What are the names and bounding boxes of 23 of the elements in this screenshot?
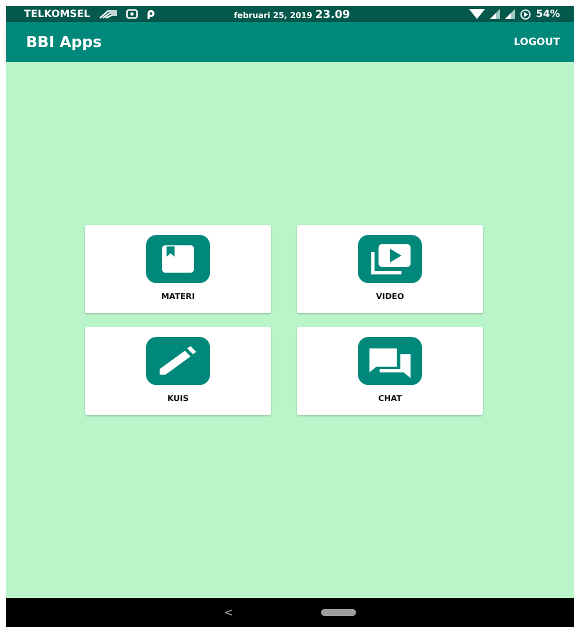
wifi-icon bbox=[469, 9, 486, 19]
back-button[interactable]: < bbox=[224, 606, 234, 619]
screen-record-icon bbox=[126, 9, 138, 19]
menu-card[interactable]: VIDEO bbox=[297, 225, 483, 313]
menu-label: VIDEO bbox=[376, 292, 404, 301]
menu-label: CHAT bbox=[378, 394, 402, 403]
parking-icon bbox=[146, 9, 156, 19]
logout-button[interactable]: LOGOUT bbox=[514, 36, 560, 48]
home-pill[interactable] bbox=[321, 609, 356, 616]
status-time: 23.09 bbox=[315, 8, 350, 20]
cell-signal-icon bbox=[505, 9, 516, 19]
app-title: BBI Apps bbox=[26, 33, 102, 51]
carrier-name: TELKOMSEL bbox=[24, 8, 90, 20]
cell-signal-icon bbox=[490, 9, 500, 19]
signal-waves-icon bbox=[98, 9, 118, 19]
data-saver-icon bbox=[520, 8, 532, 20]
menu-card[interactable]: CHAT bbox=[297, 327, 483, 415]
status-date: februari 25, 2019 bbox=[234, 10, 312, 20]
menu-card[interactable]: MATERI bbox=[85, 225, 271, 313]
battery-percentage: 54% bbox=[536, 8, 560, 20]
menu-card[interactable]: KUIS bbox=[85, 327, 271, 415]
menu-label: MATERI bbox=[161, 292, 195, 301]
menu-label: KUIS bbox=[167, 394, 189, 403]
